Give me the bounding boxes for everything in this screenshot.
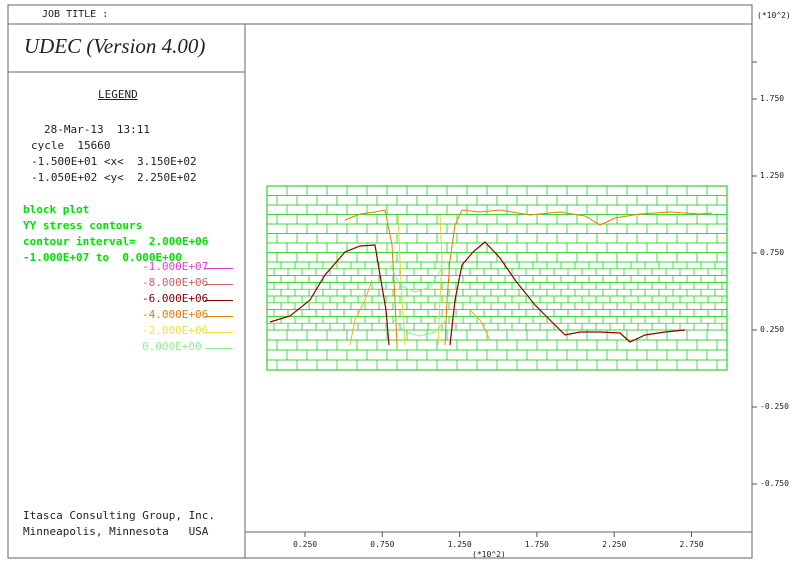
contour-line-minus-4e6-b bbox=[444, 209, 713, 346]
udec-plot-frame bbox=[7, 4, 757, 559]
y-tick-label: 1.250 bbox=[760, 171, 785, 180]
x-tick-label: 0.250 bbox=[293, 540, 318, 549]
x-tick-label: 2.250 bbox=[602, 540, 627, 549]
contour-level-label: -4.000E+06 bbox=[142, 308, 209, 321]
y-axis-multiplier: (*10^2) bbox=[757, 11, 791, 20]
x-tick-label: 1.750 bbox=[524, 540, 549, 549]
legend-heading: LEGEND bbox=[98, 88, 138, 101]
contour-level-label: -8.000E+06 bbox=[142, 276, 209, 289]
contour-level-swatch bbox=[205, 284, 233, 285]
run-x-range: -1.500E+01 <x< 3.150E+02 bbox=[31, 155, 197, 168]
contour-line-minus-2e6-c bbox=[349, 279, 373, 346]
credits-line-2: Minneapolis, Minnesota USA bbox=[23, 525, 209, 538]
plot-type-label: block plot bbox=[23, 203, 90, 216]
contour-line-minus-4e6 bbox=[344, 209, 398, 346]
contour-level-swatch bbox=[205, 332, 233, 333]
y-tick-label: 0.250 bbox=[760, 325, 785, 334]
contour-interval-label: contour interval= 2.000E+06 bbox=[23, 235, 209, 248]
job-title-label: JOB TITLE : bbox=[42, 9, 109, 20]
app-title: UDEC (Version 4.00) bbox=[24, 34, 206, 58]
run-cycle: cycle 15660 bbox=[31, 139, 111, 152]
y-tick-label: 1.750 bbox=[760, 94, 785, 103]
y-tick-label: 0.750 bbox=[760, 248, 785, 257]
credits-line-1: Itasca Consulting Group, Inc. bbox=[23, 509, 216, 522]
x-tick-label: 0.750 bbox=[370, 540, 395, 549]
contour-level-swatch bbox=[205, 316, 233, 317]
run-timestamp: 28-Mar-13 13:11 bbox=[44, 123, 150, 136]
x-axis-multiplier: (*10^2) bbox=[472, 550, 506, 559]
y-axis-ticks bbox=[752, 61, 757, 485]
run-y-range: -1.050E+02 <y< 2.250E+02 bbox=[31, 171, 197, 184]
x-tick-label: 1.250 bbox=[447, 540, 472, 549]
contour-level-label: -2.000E+06 bbox=[142, 324, 209, 337]
x-axis-ticks bbox=[304, 532, 692, 537]
y-tick-label: -0.750 bbox=[760, 479, 789, 488]
contour-level-swatch bbox=[205, 268, 233, 269]
block-plot-model bbox=[266, 185, 728, 371]
contour-level-label: -6.000E+06 bbox=[142, 292, 209, 305]
contour-level-label: -1.000E+07 bbox=[142, 260, 209, 273]
block-joints bbox=[267, 186, 727, 371]
x-tick-label: 2.750 bbox=[679, 540, 704, 549]
contour-level-label: 0.000E+00 bbox=[142, 340, 202, 353]
contour-type-label: YY stress contours bbox=[23, 219, 143, 232]
contour-level-swatch bbox=[205, 300, 233, 301]
contour-level-swatch bbox=[205, 348, 233, 349]
y-tick-label: -0.250 bbox=[760, 402, 789, 411]
